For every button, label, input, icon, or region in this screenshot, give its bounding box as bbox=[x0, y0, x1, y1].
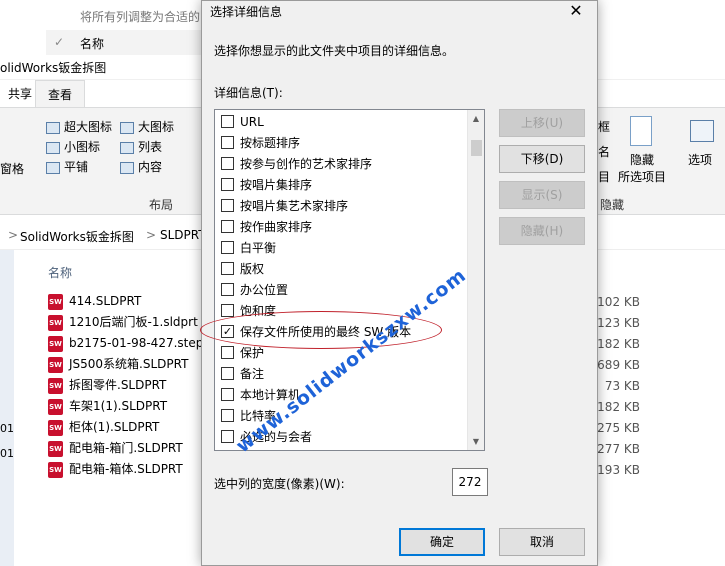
layout-content[interactable]: 内容 bbox=[120, 158, 162, 176]
pane-label[interactable]: 窗格 bbox=[0, 160, 24, 178]
column-width-input[interactable]: 272 bbox=[452, 468, 488, 496]
file-row[interactable]: SW 配电箱-箱门.SLDPRT bbox=[48, 438, 183, 459]
file-row[interactable]: SW 车架1(1).SLDPRT bbox=[48, 396, 167, 417]
list-item[interactable]: 按唱片集排序 bbox=[221, 175, 312, 196]
list-item[interactable]: 备注 bbox=[221, 364, 264, 385]
solidworks-file-icon: SW bbox=[48, 293, 63, 310]
list-item[interactable]: URL bbox=[221, 112, 264, 133]
scroll-up-icon[interactable]: ▲ bbox=[468, 110, 484, 127]
checkbox[interactable] bbox=[221, 136, 234, 149]
solidworks-file-icon: SW bbox=[48, 419, 63, 436]
file-row[interactable]: SW b2175-01-98-427.step. bbox=[48, 333, 207, 354]
hide-button[interactable]: 隐藏(H) bbox=[499, 217, 585, 245]
options-label[interactable]: 选项 bbox=[688, 151, 712, 169]
check-icon: ✓ bbox=[54, 35, 65, 49]
frame-label[interactable]: 框 bbox=[598, 118, 610, 136]
nav-fragment: 01 bbox=[0, 422, 14, 435]
file-row[interactable]: SW JS500系统箱.SLDPRT bbox=[48, 354, 188, 375]
checkbox[interactable] bbox=[221, 388, 234, 401]
item-label[interactable]: 目 bbox=[598, 168, 610, 186]
xl-icons-icon bbox=[46, 121, 60, 134]
tiles-icon bbox=[46, 161, 60, 174]
solidworks-file-icon: SW bbox=[48, 356, 63, 373]
column-header-name[interactable]: 名称 bbox=[48, 264, 72, 281]
solidworks-file-icon: SW bbox=[48, 377, 63, 394]
dialog-title: 选择详细信息 bbox=[210, 5, 283, 19]
list-item[interactable]: 按标题排序 bbox=[221, 133, 300, 154]
hide-label[interactable]: 隐藏 bbox=[630, 151, 654, 169]
solidworks-file-icon: SW bbox=[48, 398, 63, 415]
tab-view[interactable]: 查看 bbox=[35, 80, 86, 108]
checkbox[interactable] bbox=[221, 199, 234, 212]
checkbox[interactable] bbox=[221, 346, 234, 359]
name-row-label: 名称 bbox=[80, 37, 105, 51]
move-up-button[interactable]: 上移(U) bbox=[499, 109, 585, 137]
move-down-button[interactable]: 下移(D) bbox=[499, 145, 585, 173]
list-item[interactable]: 按作曲家排序 bbox=[221, 217, 312, 238]
small-icons-icon bbox=[46, 141, 60, 154]
column-width-label: 选中列的宽度(像素)(W): bbox=[214, 477, 345, 491]
options-icon bbox=[690, 120, 714, 142]
file-row[interactable]: SW 柜体(1).SLDPRT bbox=[48, 417, 159, 438]
content-icon bbox=[120, 161, 134, 174]
list-item[interactable]: 按唱片集艺术家排序 bbox=[221, 196, 348, 217]
checkbox[interactable] bbox=[221, 178, 234, 191]
checkbox[interactable] bbox=[221, 220, 234, 233]
checkbox[interactable] bbox=[221, 241, 234, 254]
address-part-2[interactable]: SLDPRT bbox=[160, 228, 206, 242]
layout-group-label: 布局 bbox=[149, 198, 174, 212]
explorer-window-title: olidWorks钣金拆图 bbox=[0, 61, 107, 75]
checkbox[interactable] bbox=[221, 283, 234, 296]
name-label[interactable]: 名 bbox=[598, 143, 610, 161]
address-part-1[interactable]: SolidWorks钣金拆图 bbox=[20, 228, 134, 245]
checkbox[interactable] bbox=[221, 367, 234, 380]
solidworks-file-icon: SW bbox=[48, 461, 63, 478]
file-row[interactable]: SW 配电箱-箱体.SLDPRT bbox=[48, 459, 183, 480]
file-row[interactable]: SW 拆图零件.SLDPRT bbox=[48, 375, 166, 396]
hide-sub-label[interactable]: 所选项目 bbox=[618, 168, 666, 186]
show-button[interactable]: 显示(S) bbox=[499, 181, 585, 209]
address-separator-icon: > bbox=[8, 228, 19, 242]
checkbox[interactable] bbox=[221, 409, 234, 422]
navigation-pane: 01 01 bbox=[0, 250, 14, 566]
solidworks-file-icon: SW bbox=[48, 314, 63, 331]
dialog-description: 选择你想显示的此文件夹中项目的详细信息。 bbox=[214, 44, 455, 58]
solidworks-file-icon: SW bbox=[48, 335, 63, 352]
list-item[interactable]: 版权 bbox=[221, 259, 264, 280]
solidworks-file-icon: SW bbox=[48, 440, 63, 457]
details-label: 详细信息(T): bbox=[214, 86, 283, 100]
list-item[interactable]: 白平衡 bbox=[221, 238, 276, 259]
checkbox[interactable] bbox=[221, 157, 234, 170]
checkbox[interactable] bbox=[221, 304, 234, 317]
scroll-thumb[interactable] bbox=[471, 140, 482, 156]
file-row[interactable]: SW 1210后端门板-1.sldprt bbox=[48, 312, 198, 333]
cancel-button[interactable]: 取消 bbox=[499, 528, 585, 556]
layout-xl-icons[interactable]: 超大图标 bbox=[46, 118, 112, 136]
nav-fragment: 01 bbox=[0, 447, 14, 460]
checkbox[interactable] bbox=[221, 262, 234, 275]
choose-details-dialog: 选择详细信息 ✕ 选择你想显示的此文件夹中项目的详细信息。 详细信息(T): U… bbox=[200, 0, 598, 566]
address-separator-icon: > bbox=[146, 228, 157, 242]
name-row[interactable]: ✓ 名称 bbox=[46, 30, 201, 55]
file-row[interactable]: SW 414.SLDPRT bbox=[48, 291, 141, 312]
hidden-group-label: 隐藏 bbox=[600, 198, 625, 212]
list-item[interactable]: 按参与创作的艺术家排序 bbox=[221, 154, 372, 175]
layout-tiles[interactable]: 平铺 bbox=[46, 158, 88, 176]
layout-list[interactable]: 列表 bbox=[120, 138, 162, 156]
scroll-down-icon[interactable]: ▼ bbox=[468, 433, 484, 450]
close-icon[interactable]: ✕ bbox=[563, 1, 589, 23]
layout-large-icons[interactable]: 大图标 bbox=[120, 118, 174, 136]
hide-selected-icon bbox=[630, 116, 652, 146]
list-icon bbox=[120, 141, 134, 154]
list-item[interactable]: 办公位置 bbox=[221, 280, 288, 301]
checkbox[interactable] bbox=[221, 115, 234, 128]
ok-button[interactable]: 确定 bbox=[399, 528, 485, 556]
layout-small-icons[interactable]: 小图标 bbox=[46, 138, 100, 156]
large-icons-icon bbox=[120, 121, 134, 134]
